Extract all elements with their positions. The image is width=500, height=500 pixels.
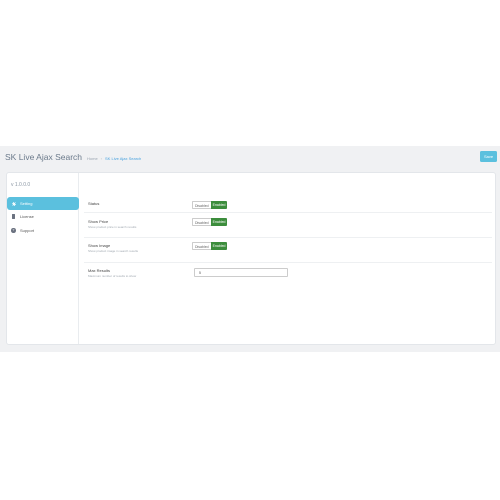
toggle-enabled-option[interactable]: Enabled [210, 201, 228, 209]
version-label: v 1.0.0.0 [11, 182, 31, 188]
setting-title: Status [88, 201, 100, 206]
sidebar-item-support[interactable]: ? Support [7, 224, 79, 237]
sidebar-item-label: License [20, 214, 34, 219]
sidebar: v 1.0.0.0 Setting License ? Support [7, 173, 79, 344]
settings-card: v 1.0.0.0 Setting License ? Support Stat… [6, 172, 496, 345]
setting-description: Show product image in search results [88, 249, 139, 253]
save-button[interactable]: Save [480, 151, 497, 162]
setting-row-show-image: Show Image Show product image in search … [84, 238, 492, 263]
gear-icon [11, 201, 16, 206]
document-icon [11, 214, 16, 219]
toggle-enabled-option[interactable]: Enabled [210, 242, 228, 250]
toggle-disabled-option[interactable]: Disabled [192, 201, 211, 209]
toggle-disabled-option[interactable]: Disabled [192, 218, 211, 226]
setting-description: Show product price in search results [88, 225, 137, 229]
toggle-enabled-option[interactable]: Enabled [210, 218, 228, 226]
breadcrumb-separator: › [100, 156, 103, 161]
setting-title: Show Image [88, 243, 111, 248]
setting-description: Maximum number of results to show [88, 274, 137, 278]
breadcrumb-home-link[interactable]: Home [87, 156, 98, 161]
setting-row-max-results: Max Results Maximum number of results to… [84, 263, 492, 287]
setting-row-show-price: Show Price Show product price in search … [84, 213, 492, 238]
question-icon: ? [11, 228, 16, 233]
sidebar-item-label: Support [20, 228, 35, 233]
status-toggle[interactable]: Disabled Enabled [192, 201, 228, 209]
sidebar-item-setting[interactable]: Setting [7, 197, 79, 210]
setting-title: Show Price [88, 219, 109, 224]
sidebar-item-license[interactable]: License [7, 210, 79, 223]
show-image-toggle[interactable]: Disabled Enabled [192, 242, 228, 250]
setting-title: Max Results [88, 268, 111, 273]
settings-content: Status Disabled Enabled Show Price Show … [79, 173, 497, 344]
page-title: SK Live Ajax Search [5, 152, 83, 162]
breadcrumb-current-link[interactable]: SK Live Ajax Search [105, 156, 141, 161]
setting-row-status: Status Disabled Enabled [84, 197, 492, 213]
page-header: SK Live Ajax Search Home › SK Live Ajax Se… [5, 151, 497, 167]
sidebar-item-label: Setting [20, 201, 33, 206]
toggle-disabled-option[interactable]: Disabled [192, 242, 211, 250]
max-results-input[interactable] [194, 268, 288, 277]
breadcrumb: Home › SK Live Ajax Search [87, 156, 144, 161]
show-price-toggle[interactable]: Disabled Enabled [192, 218, 228, 226]
